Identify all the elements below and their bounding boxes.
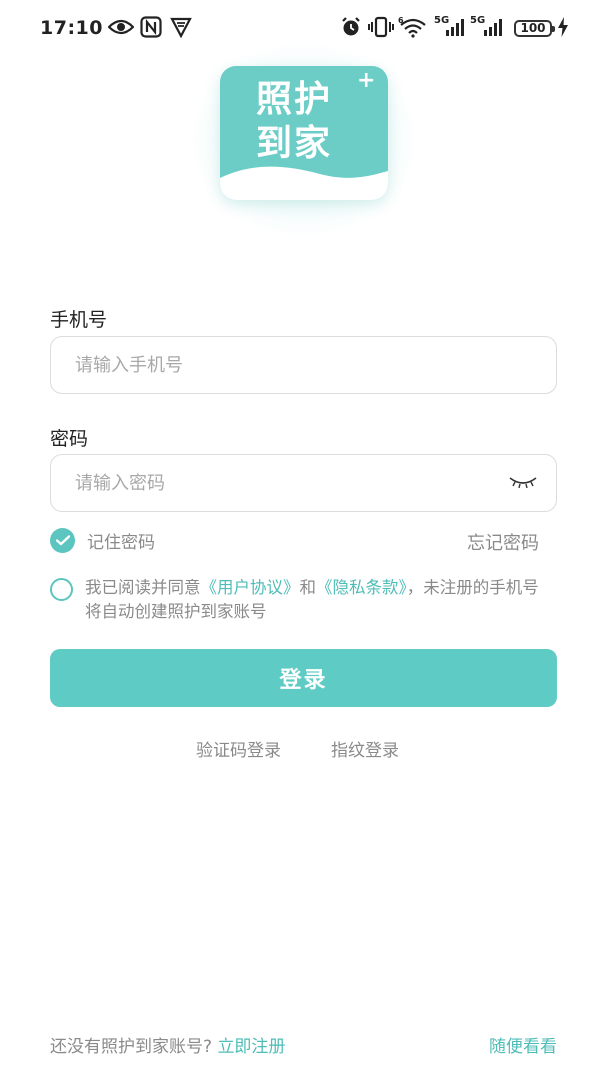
phone-label: 手机号 [50,309,108,331]
login-button[interactable]: 登录 [50,649,557,707]
remember-password[interactable]: 记住密码 [50,528,155,553]
agreement-checkbox[interactable] [50,578,73,601]
phone-input[interactable] [75,337,495,393]
register-link[interactable]: 立即注册 [217,1037,285,1057]
logo-text-line2: 到家 [256,123,333,164]
forgot-password-link[interactable]: 忘记密码 [467,529,539,555]
register-question: 还没有照护到家账号? [50,1037,218,1057]
remember-label: 记住密码 [87,533,155,553]
sms-login-link[interactable]: 验证码登录 [196,736,281,761]
status-time: 17:10 [40,17,103,39]
password-label: 密码 [50,428,89,450]
signal-icon: 5G [434,14,466,40]
agreement-text: 我已阅读并同意《用户协议》和《隐私条款》，未注册的手机号将自动创建照护到家账号 [85,576,555,624]
agreement-and: 和 [299,578,317,597]
password-field[interactable] [50,454,557,512]
battery-icon: 100 [514,20,555,37]
vibrate-icon [368,14,394,40]
eye-icon [108,14,134,40]
signal-icon: 5G [470,14,506,40]
phone-field[interactable] [50,336,557,394]
password-input[interactable] [75,455,495,511]
fingerprint-login-link[interactable]: 指纹登录 [331,736,399,761]
logo-plus: + [357,68,376,93]
browse-link[interactable]: 随便看看 [489,1032,557,1057]
nfc-icon [140,14,162,40]
user-agreement-link[interactable]: 《用户协议》 [201,578,300,597]
check-icon[interactable] [50,528,75,553]
logo-text-line1: 照护 [256,79,333,120]
register-prompt: 还没有照护到家账号? 立即注册 [50,1032,285,1057]
alarm-icon [340,14,362,40]
wifi-icon: 6 [398,14,428,40]
shield-icon [170,14,192,40]
svg-text:6: 6 [398,16,404,25]
eye-closed-icon[interactable] [508,473,538,493]
agreement-prefix: 我已阅读并同意 [85,578,201,597]
charging-icon [558,14,568,40]
privacy-link[interactable]: 《隐私条款》 [316,578,407,597]
